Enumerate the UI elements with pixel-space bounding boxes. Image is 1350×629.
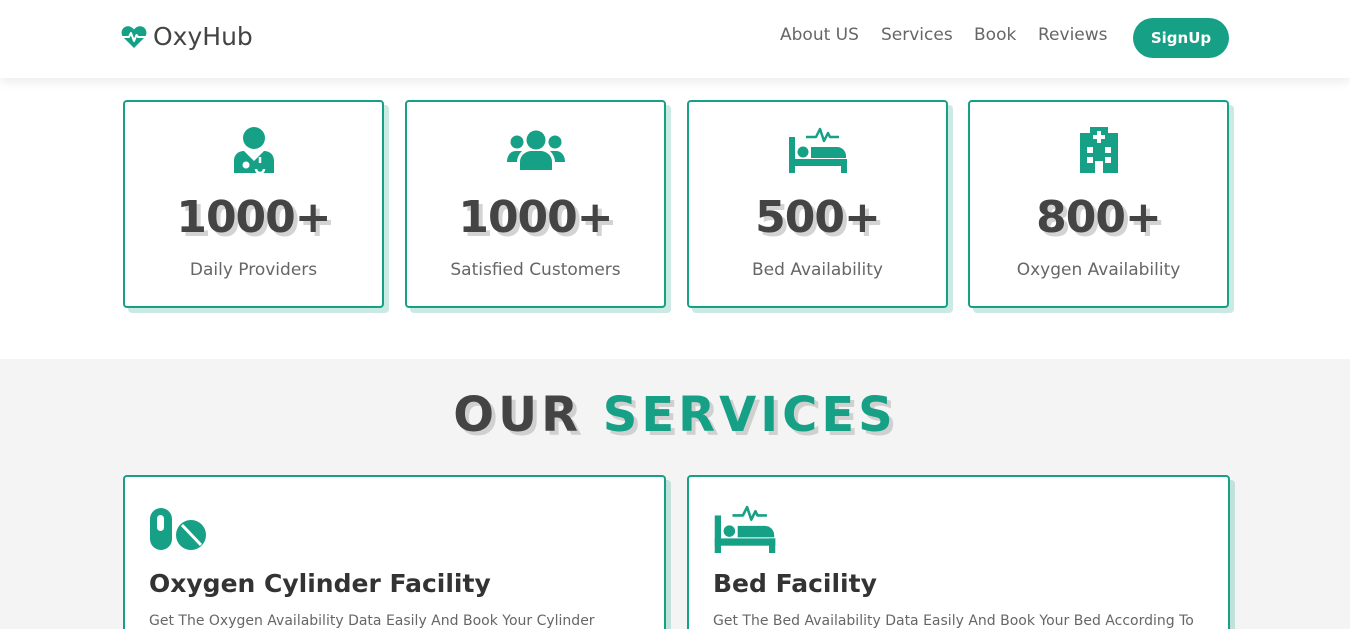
stat-value: 1000+ (176, 192, 331, 243)
users-icon (506, 130, 565, 170)
service-description: Get The Bed Availability Data Easily And… (713, 613, 1194, 629)
stat-value: 500+ (755, 192, 881, 243)
nav-link-book[interactable]: Book (974, 25, 1016, 45)
stat-value: 1000+ (458, 192, 613, 243)
bed-icon (788, 127, 847, 173)
section-title: OUR SERVICES (0, 387, 1350, 443)
service-card-bed: Bed Facility Get The Bed Availability Da… (687, 475, 1230, 629)
service-card-oxygen: Oxygen Cylinder Facility Get The Oxygen … (123, 475, 666, 629)
service-description: Get The Oxygen Availability Data Easily … (149, 613, 595, 629)
stat-label: Oxygen Availability (1016, 260, 1181, 280)
services-section: OUR SERVICES Oxygen Cylinder Facility Ge… (0, 359, 1350, 629)
pills-icon (150, 508, 206, 550)
section-title-part1: OUR (453, 387, 583, 443)
hospital-icon (1079, 127, 1118, 173)
stat-label: Daily Providers (189, 260, 318, 280)
stat-label: Bed Availability (752, 260, 883, 280)
stat-card-oxygen: 800+ Oxygen Availability (968, 100, 1229, 308)
stat-value: 800+ (1036, 192, 1162, 243)
signup-button[interactable]: SignUp (1133, 18, 1229, 58)
nav-link-reviews[interactable]: Reviews (1038, 25, 1108, 45)
stat-card-providers: 1000+ Daily Providers (123, 100, 384, 308)
bed-icon (714, 505, 776, 553)
doctor-icon (233, 127, 274, 173)
stat-label: Satisfied Customers (450, 260, 621, 280)
site-header: OxyHub About US Services Book Reviews Si… (0, 0, 1350, 78)
stat-card-beds: 500+ Bed Availability (687, 100, 948, 308)
stat-card-customers: 1000+ Satisfied Customers (405, 100, 666, 308)
section-title-part2: SERVICES (602, 387, 897, 443)
service-title: Oxygen Cylinder Facility (149, 569, 491, 598)
service-title: Bed Facility (713, 569, 877, 598)
nav-link-about[interactable]: About US (780, 25, 859, 45)
nav-link-services[interactable]: Services (881, 25, 953, 45)
